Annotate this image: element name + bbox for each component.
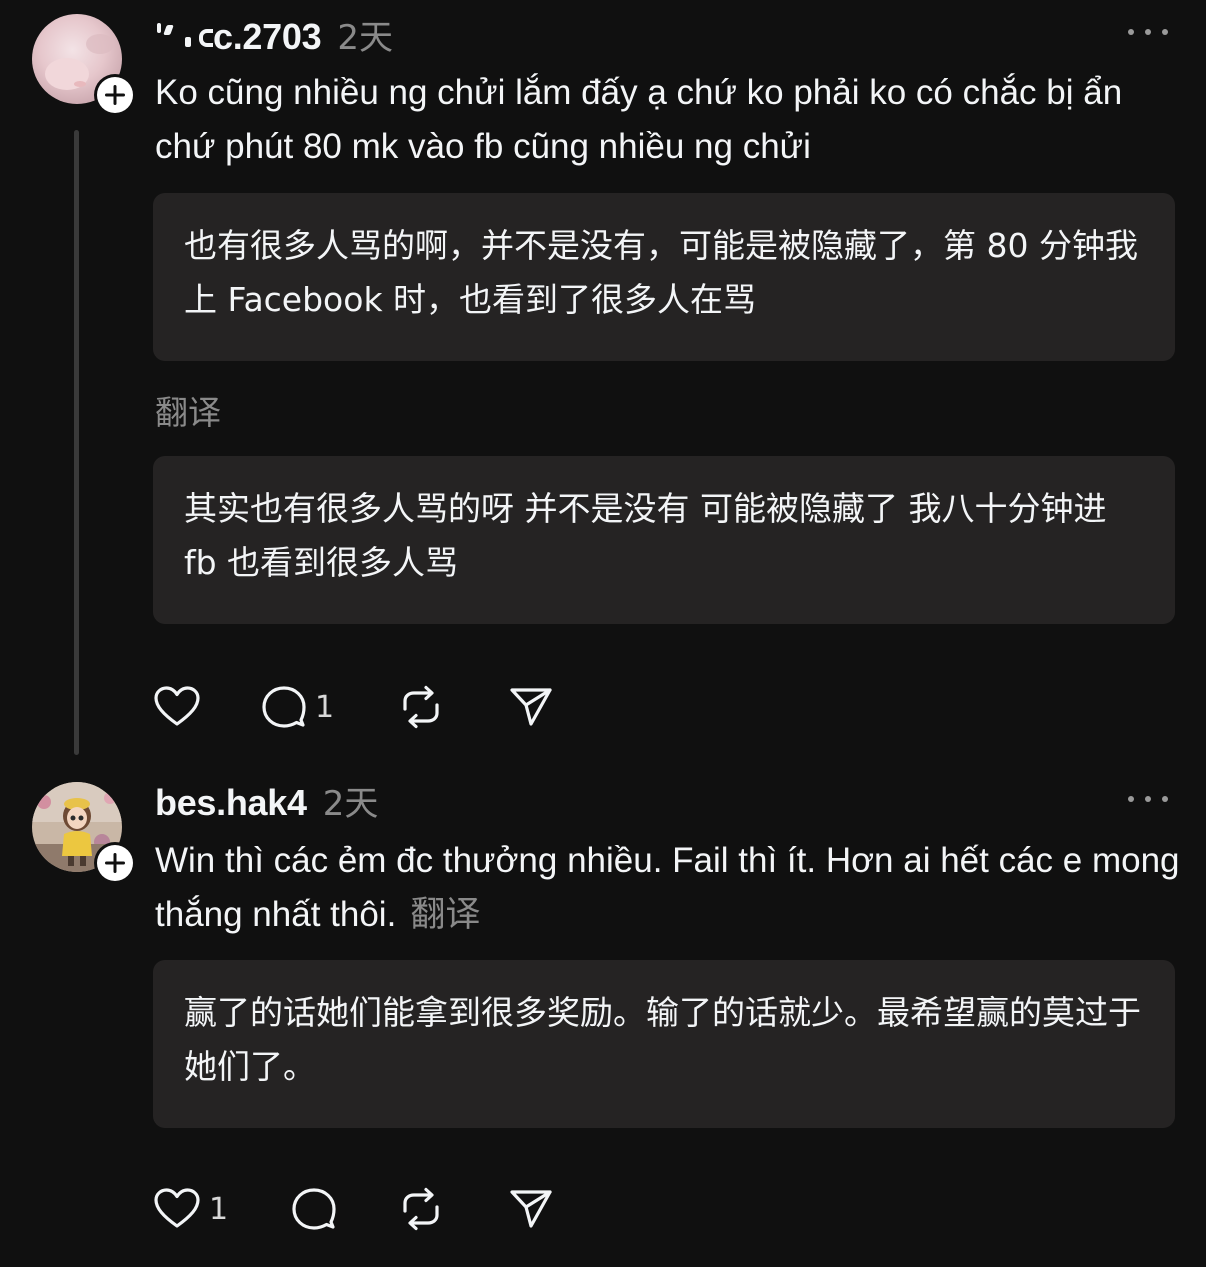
action-bar: 1: [153, 682, 569, 732]
avatar-container[interactable]: [32, 782, 136, 884]
repost-icon: [403, 1187, 439, 1231]
post-body-text: Win thì các ẻm đc thưởng nhiều. Fail thì…: [155, 841, 1180, 934]
repost-button[interactable]: [399, 682, 509, 732]
username[interactable]: c.2703: [155, 16, 322, 58]
reply-count: 1: [315, 689, 335, 725]
heart-icon: [154, 1188, 200, 1228]
translation-box: 也有很多人骂的啊，并不是没有，可能是被隐藏了，第 80 分钟我上 Faceboo…: [153, 193, 1175, 361]
more-icon[interactable]: [1128, 22, 1168, 42]
follow-button[interactable]: [94, 842, 136, 884]
plus-icon: [105, 85, 125, 105]
post-time: 2天: [322, 784, 379, 824]
threads-comment-feed: c.2703 2天 Ko cũng nhiều ng chửi lắm đấy …: [0, 0, 1206, 1267]
translate-link[interactable]: 翻译: [410, 895, 480, 935]
comment-icon: [292, 1188, 336, 1230]
post-time: 2天: [337, 18, 393, 58]
post-header: c.2703 2天: [155, 10, 393, 60]
comment-post: bes.hak4 2天 Win thì các ẻm đc thưởng nhi…: [0, 770, 1206, 1267]
action-bar: 1: [153, 1184, 569, 1234]
translation-result-box: 其实也有很多人骂的呀 并不是没有 可能被隐藏了 我八十分钟进 fb 也看到很多人…: [153, 456, 1175, 624]
plus-icon: [105, 853, 125, 873]
follow-button-inner: [97, 845, 133, 881]
comment-post: c.2703 2天 Ko cũng nhiều ng chửi lắm đấy …: [0, 0, 1206, 760]
share-button[interactable]: [509, 1184, 569, 1234]
share-icon: [510, 1190, 552, 1228]
username[interactable]: bes.hak4: [155, 782, 307, 824]
follow-button[interactable]: [94, 74, 136, 116]
repost-button[interactable]: [399, 1184, 509, 1234]
translation-box: 赢了的话她们能拿到很多奖励。输了的话就少。最希望赢的莫过于她们了。: [153, 960, 1175, 1128]
post-header: bes.hak4 2天: [155, 776, 378, 826]
share-icon: [510, 688, 552, 726]
username-text: c.2703: [213, 16, 322, 57]
like-button[interactable]: [153, 682, 261, 732]
like-button[interactable]: 1: [153, 1184, 291, 1234]
heart-icon: [154, 686, 200, 726]
avatar-container[interactable]: [32, 14, 136, 116]
reply-button[interactable]: 1: [261, 682, 399, 732]
more-icon[interactable]: [1128, 789, 1168, 809]
username-obscured-part: [155, 21, 213, 51]
translate-link[interactable]: 翻译: [155, 386, 221, 434]
reply-button[interactable]: [291, 1184, 399, 1234]
post-body: Win thì các ẻm đc thưởng nhiều. Fail thì…: [155, 834, 1185, 942]
share-button[interactable]: [509, 682, 569, 732]
follow-button-inner: [97, 77, 133, 113]
like-count: 1: [209, 1191, 229, 1227]
thread-line: [74, 130, 79, 755]
comment-icon: [262, 686, 306, 728]
post-body: Ko cũng nhiều ng chửi lắm đấy ạ chứ ko p…: [155, 73, 1123, 166]
repost-icon: [403, 685, 439, 729]
